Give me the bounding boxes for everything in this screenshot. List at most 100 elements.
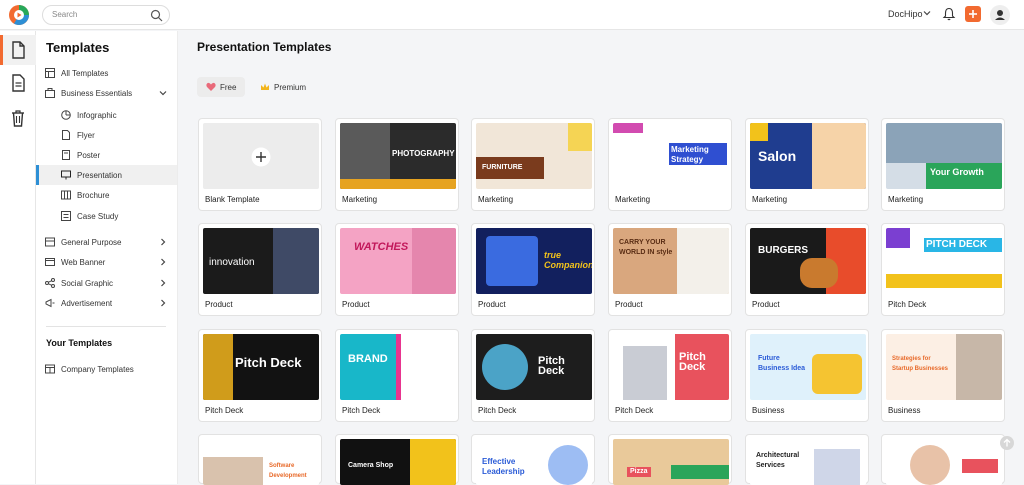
template-card[interactable]: Effective Leadership — [471, 434, 595, 485]
template-caption: Marketing — [615, 195, 651, 204]
sidebar-item-business-essentials[interactable]: Business Essentials — [36, 83, 177, 103]
sidebar-item-infographic[interactable]: Infographic — [36, 105, 177, 125]
template-card[interactable]: Marketing Strategy Marketing — [608, 118, 732, 211]
template-thumbnail[interactable]: Future Business Idea — [750, 334, 866, 400]
template-thumbnail[interactable]: true Companion — [476, 228, 592, 294]
template-card[interactable] — [881, 434, 1005, 485]
template-card[interactable]: BRAND Pitch Deck — [335, 329, 459, 422]
chevron-right-icon[interactable] — [159, 258, 167, 266]
thumbnail-title: Salon — [758, 148, 797, 164]
thumbnail-title: BURGERS — [758, 245, 809, 256]
sidebar-item-label: Social Graphic — [61, 279, 114, 288]
template-caption: Product — [342, 300, 370, 309]
chevron-right-icon[interactable] — [159, 279, 167, 287]
template-caption: Pitch Deck — [205, 406, 244, 415]
template-thumbnail[interactable]: Strategies for Startup Businesses — [886, 334, 1002, 400]
template-thumbnail[interactable]: Effective Leadership — [476, 439, 592, 485]
chevron-down-icon[interactable] — [922, 8, 932, 18]
template-thumbnail[interactable]: Software Development — [203, 439, 319, 485]
template-card[interactable]: Your Growth Marketing — [881, 118, 1005, 211]
template-card[interactable]: Camera Shop — [335, 434, 459, 485]
template-thumbnail[interactable]: FURNITURE — [476, 123, 592, 189]
template-card[interactable]: Pitch Deck Pitch Deck — [198, 329, 322, 422]
thumbnail-title: Pitch Deck — [538, 355, 565, 377]
your-templates-heading: Your Templates — [46, 338, 113, 348]
thumbnail-title: Pitch Deck — [679, 351, 706, 373]
template-card[interactable]: WATCHES Product — [335, 223, 459, 316]
filter-premium-button[interactable]: Premium — [251, 77, 311, 97]
template-thumbnail[interactable]: Salon — [750, 123, 866, 189]
crown-icon — [261, 83, 269, 90]
template-card[interactable]: PHOTOGRAPHY Marketing — [335, 118, 459, 211]
template-card[interactable]: Future Business Idea Business — [745, 329, 869, 422]
dochipo-logo-icon[interactable] — [8, 4, 30, 26]
sidebar-item-company-templates[interactable]: Company Templates — [36, 359, 177, 379]
template-card[interactable]: CARRY YOUR WORLD IN style Product — [608, 223, 732, 316]
sidebar-item-all-templates[interactable]: All Templates — [36, 63, 177, 83]
template-card[interactable]: innovation Product — [198, 223, 322, 316]
template-card[interactable]: PITCH DECK Pitch Deck — [881, 223, 1005, 316]
plus-icon — [969, 10, 977, 18]
create-button[interactable] — [965, 6, 981, 22]
template-thumbnail[interactable]: BURGERS — [750, 228, 866, 294]
sidebar-item-web-banner[interactable]: Web Banner — [36, 252, 177, 272]
sidebar-item-brochure[interactable]: Brochure — [36, 185, 177, 205]
template-card[interactable]: Pitch Deck Pitch Deck — [471, 329, 595, 422]
sidebar-item-general-purpose[interactable]: General Purpose — [36, 232, 177, 252]
template-thumbnail[interactable]: Camera Shop — [340, 439, 456, 485]
template-thumbnail[interactable]: Your Growth — [886, 123, 1002, 189]
template-caption: Marketing — [888, 195, 924, 204]
template-card[interactable]: BURGERS Product — [745, 223, 869, 316]
template-thumbnail[interactable]: PHOTOGRAPHY — [340, 123, 456, 189]
chevron-down-icon[interactable] — [159, 89, 167, 97]
template-card[interactable]: Salon Marketing — [745, 118, 869, 211]
template-caption: Business — [752, 406, 785, 415]
template-thumbnail[interactable]: Pitch Deck — [613, 334, 729, 400]
my-documents-icon[interactable] — [10, 74, 26, 92]
bell-icon[interactable] — [942, 7, 956, 21]
chevron-right-icon[interactable] — [159, 238, 167, 246]
template-card[interactable]: Pitch Deck Pitch Deck — [608, 329, 732, 422]
document-icon[interactable] — [10, 41, 26, 59]
sidebar-item-label: Infographic — [77, 111, 117, 120]
template-thumbnail[interactable]: CARRY YOUR WORLD IN style — [613, 228, 729, 294]
template-caption: Marketing — [342, 195, 378, 204]
template-thumbnail[interactable]: Architectural Services — [750, 439, 866, 485]
sidebar-item-flyer[interactable]: Flyer — [36, 125, 177, 145]
filter-free-button[interactable]: Free — [197, 77, 245, 97]
template-card[interactable]: true Companion Product — [471, 223, 595, 316]
thumbnail-title: Camera Shop — [348, 462, 394, 469]
trash-icon[interactable] — [10, 109, 26, 127]
search-input[interactable]: Search — [42, 5, 170, 25]
template-card[interactable]: Software Development — [198, 434, 322, 485]
flyer-icon — [62, 130, 70, 140]
template-thumbnail[interactable]: Pitch Deck — [476, 334, 592, 400]
template-thumbnail[interactable]: Pitch Deck — [203, 334, 319, 400]
template-thumbnail[interactable]: innovation — [203, 228, 319, 294]
scroll-to-top-button[interactable] — [1000, 436, 1014, 450]
sidebar-item-presentation[interactable]: Presentation — [36, 165, 177, 185]
template-thumbnail[interactable]: WATCHES — [340, 228, 456, 294]
template-thumbnail[interactable]: Marketing Strategy — [613, 123, 729, 189]
user-avatar[interactable] — [990, 5, 1010, 25]
search-icon[interactable] — [150, 9, 163, 22]
template-card[interactable]: Strategies for Startup Businesses Busine… — [881, 329, 1005, 422]
template-card[interactable]: Architectural Services — [745, 434, 869, 485]
template-caption: Pitch Deck — [888, 300, 927, 309]
thumbnail-title: true Companion — [544, 250, 592, 270]
sidebar-item-case-study[interactable]: Case Study — [36, 206, 177, 226]
template-thumbnail[interactable] — [203, 123, 319, 189]
chevron-right-icon[interactable] — [159, 299, 167, 307]
template-card-blank[interactable]: Blank Template — [198, 118, 322, 211]
template-thumbnail[interactable] — [886, 439, 1002, 485]
workspace-name[interactable]: DocHipo — [888, 9, 923, 19]
sidebar-item-poster[interactable]: Poster — [36, 145, 177, 165]
thumbnail-title: Marketing Strategy — [671, 145, 709, 164]
template-thumbnail[interactable]: BRAND — [340, 334, 456, 400]
template-card[interactable]: Pizza — [608, 434, 732, 485]
template-card[interactable]: FURNITURE Marketing — [471, 118, 595, 211]
sidebar-item-social-graphic[interactable]: Social Graphic — [36, 273, 177, 293]
template-thumbnail[interactable]: PITCH DECK — [886, 228, 1002, 294]
sidebar-item-advertisement[interactable]: Advertisement — [36, 293, 177, 313]
template-thumbnail[interactable]: Pizza — [613, 439, 729, 485]
